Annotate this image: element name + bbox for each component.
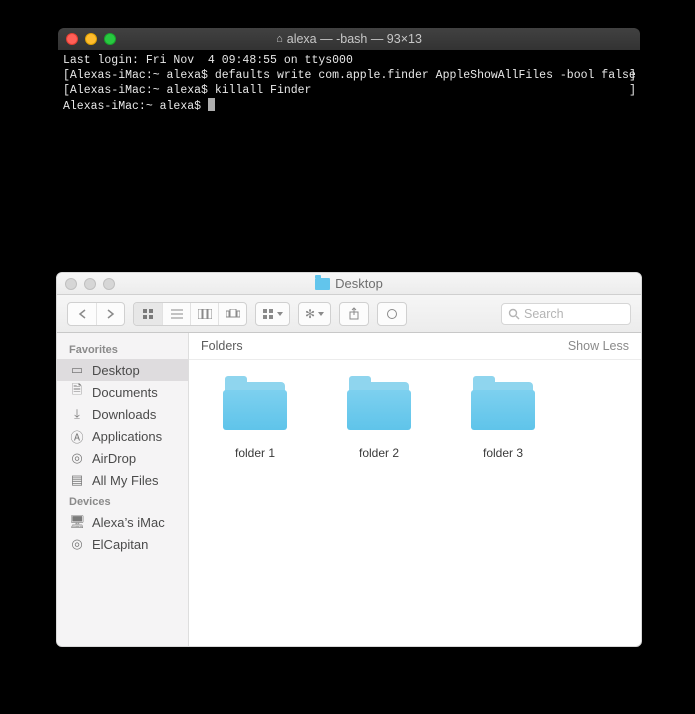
nav-buttons xyxy=(67,302,125,326)
column-view-button[interactable] xyxy=(190,303,218,325)
icon-view-button[interactable] xyxy=(134,303,162,325)
sidebar-item-label: All My Files xyxy=(92,473,158,488)
terminal-window: ⌂ alexa — -bash — 93×13 Last login: Fri … xyxy=(58,28,640,246)
sidebar-item-allmyfiles[interactable]: ▤ All My Files xyxy=(57,469,188,491)
terminal-title-text: alexa — -bash — 93×13 xyxy=(287,32,422,46)
terminal-line: Alexas-iMac:~ alexa$ defaults write com.… xyxy=(70,69,636,82)
sidebar-item-airdrop[interactable]: ◎ AirDrop xyxy=(57,447,188,469)
sidebar-item-label: Alexa’s iMac xyxy=(92,515,165,530)
forward-button[interactable] xyxy=(96,303,124,325)
search-placeholder: Search xyxy=(524,307,564,321)
sidebar-item-label: Applications xyxy=(92,429,162,444)
folder-grid: folder 1 folder 2 folder 3 xyxy=(189,360,641,482)
arrange-button[interactable] xyxy=(255,302,290,326)
terminal-line: Last login: Fri Nov 4 09:48:55 on ttys00… xyxy=(63,54,353,67)
finder-titlebar[interactable]: Desktop xyxy=(57,273,641,295)
sidebar-item-label: Desktop xyxy=(92,363,140,378)
terminal-title: ⌂ alexa — -bash — 93×13 xyxy=(58,32,640,46)
sidebar-item-applications[interactable]: Ⓐ Applications xyxy=(57,425,188,447)
sidebar-item-desktop[interactable]: ▭ Desktop xyxy=(57,359,188,381)
finder-title-text: Desktop xyxy=(335,276,383,291)
cursor xyxy=(208,98,215,111)
sidebar-item-elcapitan[interactable]: ◎ ElCapitan xyxy=(57,533,188,555)
sidebar-item-label: Downloads xyxy=(92,407,156,422)
finder-window: Desktop ✻ Search Favorites ▭ Desktop 🗎 Doc… xyxy=(56,272,642,647)
terminal-titlebar[interactable]: ⌂ alexa — -bash — 93×13 xyxy=(58,28,640,50)
tags-button[interactable] xyxy=(377,302,407,326)
sidebar-item-label: AirDrop xyxy=(92,451,136,466)
back-button[interactable] xyxy=(68,303,96,325)
sidebar-item-documents[interactable]: 🗎 Documents xyxy=(57,381,188,403)
gear-icon: ✻ xyxy=(305,307,315,321)
search-icon xyxy=(508,308,520,320)
home-icon: ⌂ xyxy=(276,33,283,45)
search-field[interactable]: Search xyxy=(501,303,631,325)
downloads-icon: ⤓ xyxy=(69,406,85,422)
folder-item[interactable]: folder 1 xyxy=(219,382,291,460)
terminal-prompt: Alexas-iMac:~ alexa$ xyxy=(63,100,208,113)
applications-icon: Ⓐ xyxy=(69,427,85,446)
terminal-line: Alexas-iMac:~ alexa$ killall Finder xyxy=(70,84,312,97)
folder-label: folder 3 xyxy=(483,446,523,460)
finder-sidebar: Favorites ▭ Desktop 🗎 Documents ⤓ Downloads… xyxy=(57,333,189,646)
documents-icon: 🗎 xyxy=(69,381,85,403)
sidebar-item-downloads[interactable]: ⤓ Downloads xyxy=(57,403,188,425)
coverflow-view-button[interactable] xyxy=(218,303,246,325)
action-button[interactable]: ✻ xyxy=(298,302,331,326)
finder-toolbar: ✻ Search xyxy=(57,295,641,333)
folder-item[interactable]: folder 2 xyxy=(343,382,415,460)
sidebar-heading-devices: Devices xyxy=(57,491,188,511)
imac-icon: 🖥 xyxy=(69,514,85,530)
show-less-button[interactable]: Show Less xyxy=(568,339,629,353)
folder-label: folder 2 xyxy=(359,446,399,460)
folder-icon xyxy=(223,382,287,430)
folder-icon xyxy=(471,382,535,430)
list-view-button[interactable] xyxy=(162,303,190,325)
allmyfiles-icon: ▤ xyxy=(69,472,85,488)
share-button[interactable] xyxy=(339,302,369,326)
folder-icon xyxy=(347,382,411,430)
folder-icon xyxy=(315,278,330,290)
folder-item[interactable]: folder 3 xyxy=(467,382,539,460)
airdrop-icon: ◎ xyxy=(69,450,85,466)
view-buttons xyxy=(133,302,247,326)
section-header: Folders Show Less xyxy=(189,333,641,360)
sidebar-item-label: ElCapitan xyxy=(92,537,148,552)
sidebar-item-imac[interactable]: 🖥 Alexa’s iMac xyxy=(57,511,188,533)
finder-content: Folders Show Less folder 1 folder 2 fold… xyxy=(189,333,641,646)
section-title: Folders xyxy=(201,339,243,353)
sidebar-heading-favorites: Favorites xyxy=(57,339,188,359)
desktop-icon: ▭ xyxy=(69,362,85,378)
sidebar-item-label: Documents xyxy=(92,385,158,400)
disk-icon: ◎ xyxy=(69,536,85,552)
folder-label: folder 1 xyxy=(235,446,275,460)
finder-title: Desktop xyxy=(57,276,641,291)
terminal-body[interactable]: Last login: Fri Nov 4 09:48:55 on ttys00… xyxy=(58,50,640,117)
